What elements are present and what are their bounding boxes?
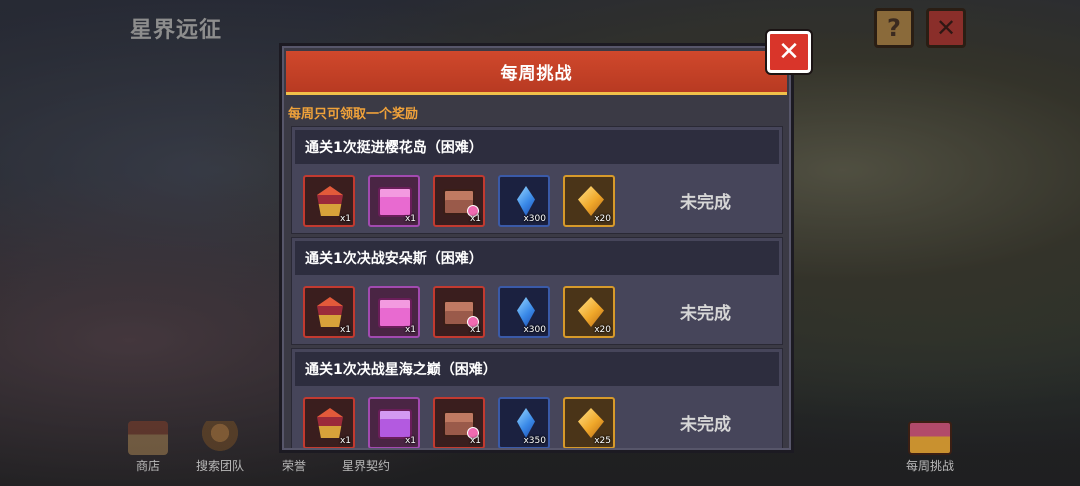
reward-qty: x20	[594, 214, 611, 224]
reward-slot[interactable]: x300	[498, 286, 550, 338]
background-close-button[interactable]: ✕	[926, 8, 966, 48]
weekly-challenge-modal: 每周挑战 每周只可领取一个奖励 通关1次挺进樱花岛（困难） x1 x1 x1 x…	[279, 43, 794, 453]
nav-search-team-label: 搜索团队	[196, 459, 245, 473]
challenge-item: 通关1次决战星海之巅（困难） x1 x1 x1 x350 x25 未完成	[291, 348, 783, 448]
reward-qty: x350	[523, 436, 546, 446]
relic-icon	[317, 408, 343, 438]
reward-slot[interactable]: x1	[303, 286, 355, 338]
reward-qty: x300	[523, 325, 546, 335]
reward-qty: x1	[469, 436, 481, 446]
reward-slot[interactable]: x300	[498, 175, 550, 227]
reward-qty: x20	[594, 325, 611, 335]
help-button[interactable]: ?	[874, 8, 914, 48]
modal-header: 每周挑战	[286, 51, 787, 95]
modal-title: 每周挑战	[500, 64, 573, 84]
question-icon: ?	[887, 14, 901, 42]
reward-qty: x1	[469, 214, 481, 224]
reward-slot[interactable]: x20	[563, 286, 615, 338]
reward-qty: x1	[404, 325, 416, 335]
blue-crystal-icon	[517, 297, 535, 327]
gold-crystal-icon	[578, 408, 604, 438]
blue-crystal-icon	[517, 186, 535, 216]
reward-list: x1 x1 x1 x350 x25	[303, 397, 615, 448]
reward-list: x1 x1 x1 x300 x20	[303, 175, 615, 227]
team-icon	[200, 421, 240, 455]
nav-shop[interactable]: 商店	[128, 421, 168, 474]
reward-slot[interactable]: x350	[498, 397, 550, 448]
nav-honor-label: 荣誉	[282, 459, 307, 473]
game-title: 星界远征	[130, 18, 223, 43]
close-icon: ✕	[778, 37, 800, 67]
challenge-item: 通关1次挺进樱花岛（困难） x1 x1 x1 x300 x20 未完成	[291, 126, 783, 234]
challenge-title: 通关1次决战星海之巅（困难）	[295, 352, 779, 386]
relic-icon	[317, 297, 343, 327]
reward-slot[interactable]: x25	[563, 397, 615, 448]
nav-weekly-challenge-label: 每周挑战	[906, 459, 955, 473]
challenge-status: 未完成	[680, 304, 731, 324]
reward-qty: x1	[404, 214, 416, 224]
reward-slot[interactable]: x1	[433, 286, 485, 338]
reward-slot[interactable]: x1	[368, 286, 420, 338]
nav-search-team[interactable]: 搜索团队	[196, 421, 244, 474]
challenge-title: 通关1次决战安朵斯（困难）	[295, 241, 779, 275]
challenge-list[interactable]: 通关1次挺进樱花岛（困难） x1 x1 x1 x300 x20 未完成 通关1次…	[291, 126, 783, 448]
challenge-title: 通关1次挺进樱花岛（困难）	[295, 130, 779, 164]
pink-box-icon	[378, 298, 412, 328]
reward-slot[interactable]: x1	[303, 397, 355, 448]
reward-qty: x1	[339, 325, 351, 335]
reward-qty: x1	[404, 436, 416, 446]
pink-box-icon	[378, 187, 412, 217]
reward-notice: 每周只可领取一个奖励	[288, 107, 419, 122]
challenge-status: 未完成	[680, 415, 731, 435]
reward-qty: x1	[339, 436, 351, 446]
close-icon: ✕	[935, 14, 957, 42]
nav-weekly-challenge[interactable]: 每周挑战	[906, 421, 954, 474]
nav-shop-label: 商店	[135, 459, 160, 473]
reward-slot[interactable]: x1	[368, 175, 420, 227]
reward-qty: x1	[339, 214, 351, 224]
purple-box-icon	[378, 409, 412, 439]
gold-crystal-icon	[578, 297, 604, 327]
relic-icon	[317, 186, 343, 216]
nav-astral-contract[interactable]: 星界契约	[342, 457, 390, 474]
challenge-status: 未完成	[680, 193, 731, 213]
reward-slot[interactable]: x1	[368, 397, 420, 448]
nav-honor[interactable]: 荣誉	[282, 457, 306, 474]
challenge-item: 通关1次决战安朵斯（困难） x1 x1 x1 x300 x20 未完成	[291, 237, 783, 345]
reward-qty: x300	[523, 214, 546, 224]
reward-slot[interactable]: x20	[563, 175, 615, 227]
gold-crystal-icon	[578, 186, 604, 216]
shop-icon	[128, 421, 168, 455]
reward-list: x1 x1 x1 x300 x20	[303, 286, 615, 338]
reward-slot[interactable]: x1	[433, 175, 485, 227]
reward-slot[interactable]: x1	[433, 397, 485, 448]
modal-close-button[interactable]: ✕	[767, 31, 811, 73]
weekly-chest-icon	[908, 421, 952, 455]
nav-astral-contract-label: 星界契约	[342, 459, 391, 473]
blue-crystal-icon	[517, 408, 535, 438]
reward-qty: x1	[469, 325, 481, 335]
reward-slot[interactable]: x1	[303, 175, 355, 227]
reward-qty: x25	[594, 436, 611, 446]
